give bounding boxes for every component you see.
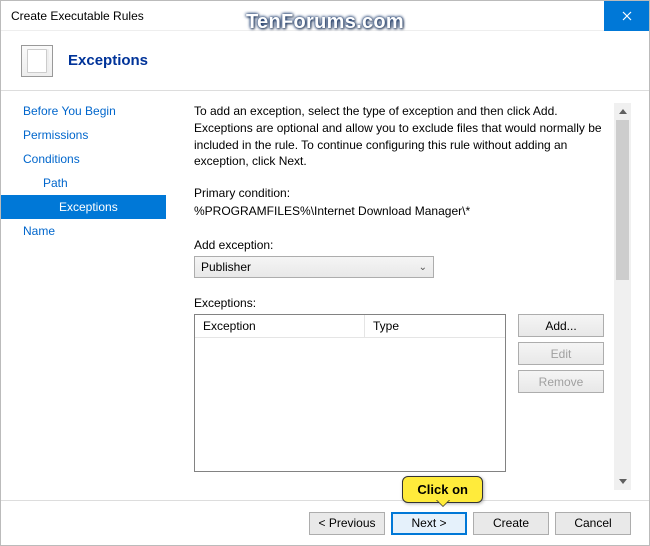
cancel-button[interactable]: Cancel xyxy=(555,512,631,535)
titlebar: Create Executable Rules xyxy=(1,1,649,31)
instructions-text: To add an exception, select the type of … xyxy=(194,103,604,170)
main-panel: To add an exception, select the type of … xyxy=(166,91,649,500)
edit-button: Edit xyxy=(518,342,604,365)
exceptions-listbox[interactable]: Exception Type xyxy=(194,314,506,472)
scroll-track[interactable] xyxy=(614,120,631,473)
wizard-header: Exceptions xyxy=(1,31,649,91)
primary-condition-label: Primary condition: xyxy=(194,186,604,200)
column-type[interactable]: Type xyxy=(365,315,407,337)
annotation-callout: Click on xyxy=(402,476,483,503)
sidebar-item-conditions[interactable]: Conditions xyxy=(1,147,166,171)
content-area: Before You Begin Permissions Conditions … xyxy=(1,91,649,500)
primary-condition-value: %PROGRAMFILES%\Internet Download Manager… xyxy=(194,204,604,218)
sidebar-item-path[interactable]: Path xyxy=(1,171,166,195)
add-exception-label: Add exception: xyxy=(194,238,604,252)
create-button[interactable]: Create xyxy=(473,512,549,535)
close-button[interactable] xyxy=(604,1,649,31)
close-icon xyxy=(622,11,632,21)
sidebar-item-permissions[interactable]: Permissions xyxy=(1,123,166,147)
add-exception-select[interactable]: Publisher ⌄ xyxy=(194,256,434,278)
scroll-thumb[interactable] xyxy=(616,120,629,280)
column-exception[interactable]: Exception xyxy=(195,315,365,337)
scroll-up-icon[interactable] xyxy=(614,103,631,120)
add-exception-value: Publisher xyxy=(201,260,251,274)
previous-button[interactable]: < Previous xyxy=(309,512,385,535)
sidebar-item-exceptions[interactable]: Exceptions xyxy=(1,195,166,219)
sidebar-item-name[interactable]: Name xyxy=(1,219,166,243)
vertical-scrollbar[interactable] xyxy=(614,103,631,490)
page-title: Exceptions xyxy=(68,52,148,69)
add-button[interactable]: Add... xyxy=(518,314,604,337)
wizard-sidebar: Before You Begin Permissions Conditions … xyxy=(1,91,166,500)
chevron-down-icon: ⌄ xyxy=(419,262,427,273)
wizard-footer: < Previous Next > Create Cancel xyxy=(1,500,649,545)
remove-button: Remove xyxy=(518,370,604,393)
window-title: Create Executable Rules xyxy=(11,9,144,23)
exceptions-columns: Exception Type xyxy=(195,315,505,338)
next-button[interactable]: Next > xyxy=(391,512,467,535)
sidebar-item-before-you-begin[interactable]: Before You Begin xyxy=(1,99,166,123)
scroll-down-icon[interactable] xyxy=(614,473,631,490)
document-icon xyxy=(21,45,53,77)
exceptions-list-label: Exceptions: xyxy=(194,296,604,310)
